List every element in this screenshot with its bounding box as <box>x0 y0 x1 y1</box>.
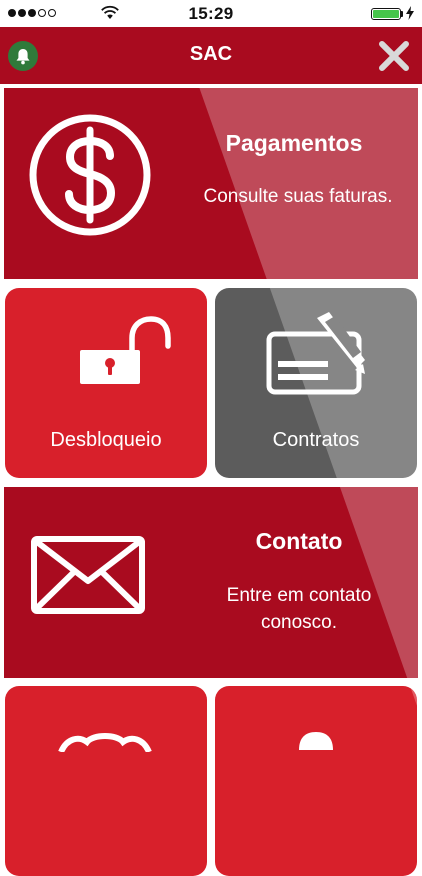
contratos-label: Contratos <box>272 429 360 451</box>
status-time: 15:29 <box>188 4 234 23</box>
desbloqueio-tile[interactable]: Desbloqueio <box>5 288 207 478</box>
contato-tile[interactable]: Contato Entre em contato conosco. <box>4 487 418 678</box>
partial-tile-right[interactable] <box>215 686 417 876</box>
partial-tile-icon <box>58 733 152 752</box>
unlocked-padlock-icon <box>80 316 171 384</box>
contato-title: Contato <box>255 528 343 554</box>
battery-tip <box>401 11 403 17</box>
pagamentos-description: Consulte suas faturas. <box>203 186 393 207</box>
status-bar: 15:29 <box>0 0 422 27</box>
envelope-icon <box>31 536 145 614</box>
dollar-icon <box>29 114 151 236</box>
contato-description-line1: Entre em contato <box>226 585 372 606</box>
charging-bolt-icon <box>406 6 414 20</box>
partial-tile-left[interactable] <box>5 686 207 876</box>
contratos-tile[interactable]: Contratos <box>215 288 417 478</box>
battery-icon <box>371 8 401 20</box>
page-title: SAC <box>189 43 233 65</box>
close-icon[interactable] <box>378 41 410 71</box>
contato-description-line2: conosco. <box>260 612 338 633</box>
nav-bar: SAC <box>0 27 422 84</box>
pagamentos-tile[interactable]: Pagamentos Consulte suas faturas. <box>4 88 418 279</box>
contract-signature-icon <box>266 312 365 395</box>
desbloqueio-label: Desbloqueio <box>50 429 162 451</box>
partial-tile-icon <box>299 732 333 750</box>
pagamentos-title: Pagamentos <box>225 130 363 156</box>
